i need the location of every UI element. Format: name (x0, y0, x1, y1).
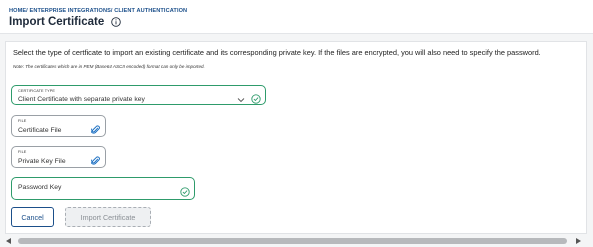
form-description: Select the type of certficate to import … (13, 48, 541, 57)
password-key-field[interactable]: Password Key (11, 177, 195, 200)
certificate-file-label: FILE (18, 119, 27, 123)
certificate-file-placeholder: Certificate File (18, 127, 62, 134)
certificate-type-label: CERTIFICATE TYPE (18, 89, 56, 93)
private-key-file-input[interactable]: FILE Private Key File (11, 146, 106, 168)
cancel-button[interactable]: Cancel (11, 207, 54, 227)
breadcrumb[interactable]: HOME/ ENTERPRISE INTEGRATIONS/ CLIENT AU… (9, 8, 187, 14)
import-certificate-button[interactable]: Import Certificate (65, 207, 151, 227)
page-header: HOME/ ENTERPRISE INTEGRATIONS/ CLIENT AU… (0, 0, 593, 34)
check-circle-icon (180, 184, 190, 197)
certificate-type-select[interactable]: CERTIFICATE TYPE Client Certificate with… (11, 85, 266, 105)
chevron-down-icon[interactable] (237, 91, 245, 103)
check-circle-icon (251, 91, 261, 104)
private-key-file-placeholder: Private Key File (18, 158, 66, 165)
title-row: Import Certificate (9, 16, 121, 28)
paperclip-icon[interactable] (90, 153, 100, 165)
certificate-type-value: Client Certificate with separate private… (18, 96, 145, 103)
import-certificate-card: Select the type of certficate to import … (5, 41, 587, 234)
private-key-file-label: FILE (18, 150, 27, 154)
info-circle-icon[interactable] (111, 17, 121, 27)
scrollbar-thumb[interactable] (18, 238, 567, 244)
scroll-left-arrow-icon[interactable] (6, 238, 11, 244)
horizontal-scrollbar[interactable] (0, 236, 593, 247)
format-note: Note: The certificates which are in PEM … (13, 64, 205, 69)
certificate-file-input[interactable]: FILE Certificate File (11, 115, 106, 137)
paperclip-icon[interactable] (90, 122, 100, 134)
scroll-right-arrow-icon[interactable] (576, 238, 581, 244)
page-title: Import Certificate (9, 16, 105, 28)
password-key-placeholder: Password Key (18, 184, 62, 191)
